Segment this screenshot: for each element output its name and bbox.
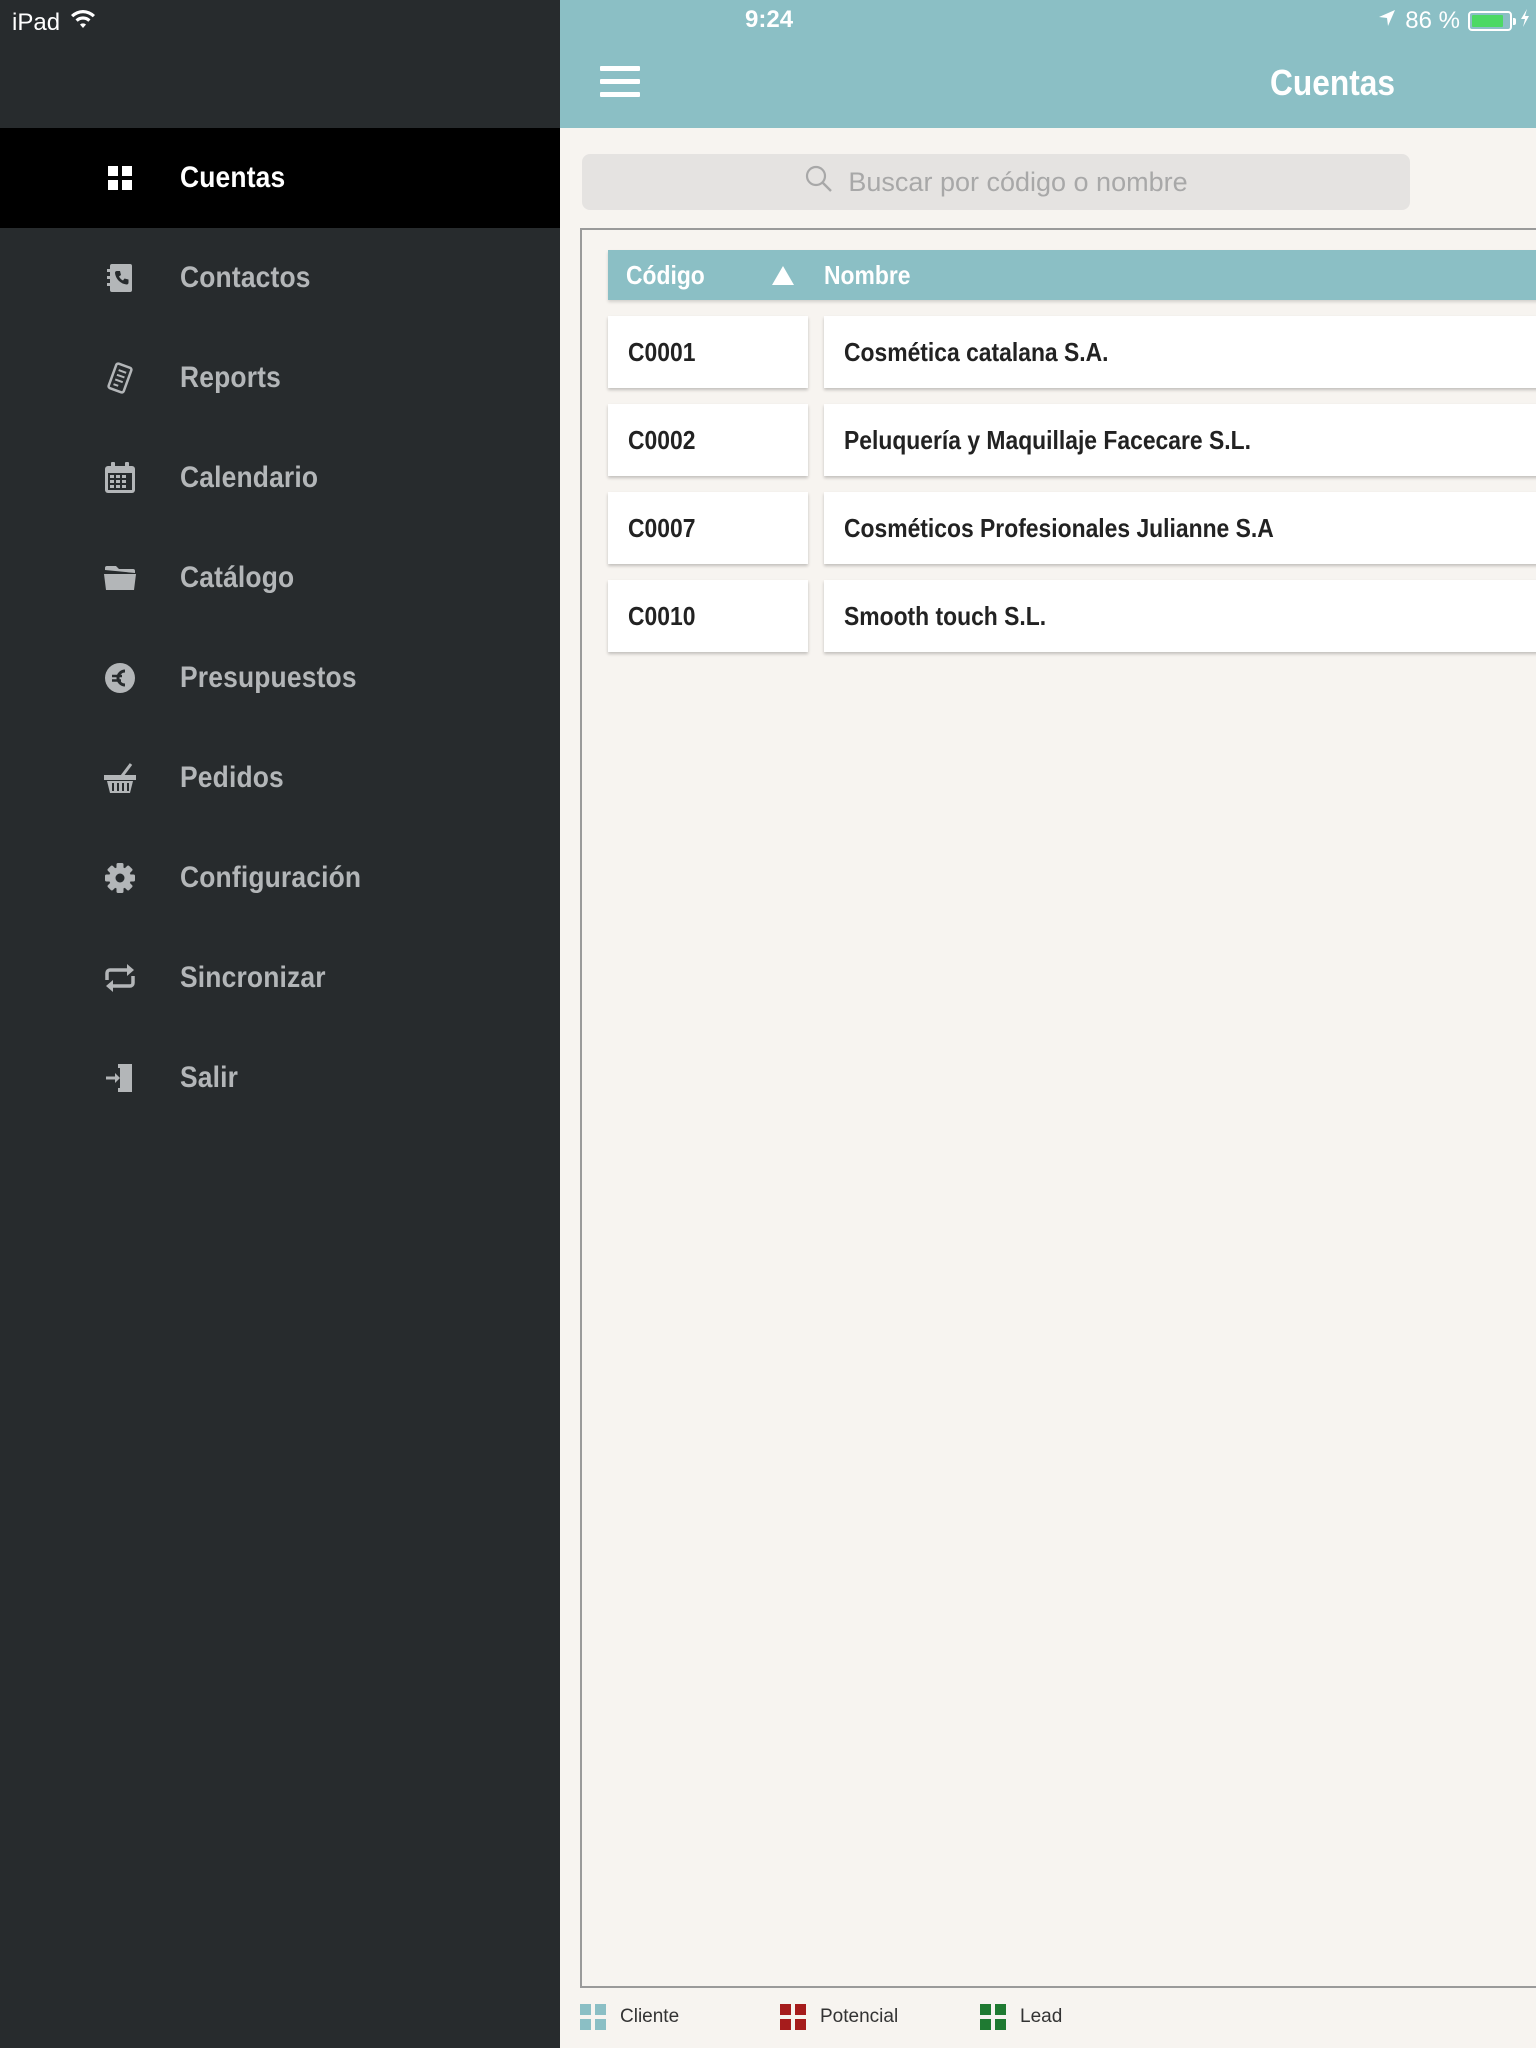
- legend-label: Potencial: [820, 2006, 899, 2027]
- sidebar-item-presupuestos[interactable]: Presupuestos: [0, 628, 560, 728]
- accounts-list-panel: Código Nombre C0001 Cosmética catalana S…: [580, 228, 1536, 1988]
- legend-item-lead: Lead: [980, 2004, 1180, 2030]
- table-rows: C0001 Cosmética catalana S.A. C0002 Pelu…: [608, 316, 1536, 668]
- sidebar-nav: Cuentas Contactos Reports Calendario Cat…: [0, 128, 560, 1128]
- cell-name: Smooth touch S.L.: [824, 580, 1536, 652]
- legend: Cliente Potencial Lead: [580, 2000, 1180, 2034]
- sidebar-item-label: Sincronizar: [180, 961, 326, 994]
- cell-name: Cosmética catalana S.A.: [824, 316, 1536, 388]
- sidebar: iPad Cuentas Contactos Reports Calendari…: [0, 0, 560, 2048]
- cell-code: C0002: [608, 404, 808, 476]
- search-placeholder: Buscar por código o nombre: [848, 166, 1188, 197]
- battery-icon: [1468, 11, 1516, 31]
- cell-code: C0010: [608, 580, 808, 652]
- cell-code-text: C0007: [628, 512, 696, 543]
- sidebar-item-sincronizar[interactable]: Sincronizar: [0, 928, 560, 1028]
- sidebar-item-label: Salir: [180, 1061, 239, 1094]
- legend-label: Lead: [1020, 2006, 1063, 2027]
- sidebar-item-label: Configuración: [180, 861, 362, 894]
- sidebar-item-label: Catálogo: [180, 561, 295, 594]
- folder-icon: [100, 558, 140, 598]
- page-title: Cuentas: [1270, 62, 1395, 103]
- sidebar-item-label: Contactos: [180, 261, 311, 294]
- device-name: iPad: [12, 9, 61, 36]
- sort-ascending-icon: [772, 265, 794, 285]
- sync-icon: [100, 958, 140, 998]
- cell-name-text: Smooth touch S.L.: [844, 600, 1047, 631]
- top-bar: 9:24 86 % Cuentas: [560, 0, 1536, 128]
- battery-percent: 86 %: [1405, 7, 1460, 34]
- search-icon: [804, 164, 834, 201]
- location-arrow-icon: [1377, 7, 1397, 35]
- sidebar-item-calendario[interactable]: Calendario: [0, 428, 560, 528]
- menu-icon[interactable]: [600, 66, 640, 98]
- sidebar-item-label: Calendario: [180, 461, 319, 494]
- cell-name: Peluquería y Maquillaje Facecare S.L.: [824, 404, 1536, 476]
- table-row[interactable]: C0001 Cosmética catalana S.A.: [608, 316, 1536, 388]
- cell-code: C0001: [608, 316, 808, 388]
- cell-code-text: C0001: [628, 336, 696, 367]
- charging-icon: [1520, 7, 1530, 35]
- wifi-icon: [70, 9, 96, 37]
- cell-code-text: C0002: [628, 424, 696, 455]
- legend-grid-icon: [980, 2004, 1006, 2030]
- cell-name: Cosméticos Profesionales Julianne S.A: [824, 492, 1536, 564]
- grid-icon: [100, 158, 140, 198]
- search-input[interactable]: Buscar por código o nombre: [582, 154, 1410, 210]
- table-header: Código Nombre: [608, 250, 1536, 300]
- sidebar-item-cuentas[interactable]: Cuentas: [0, 128, 560, 228]
- cell-code-text: C0010: [628, 600, 696, 631]
- sidebar-item-label: Cuentas: [180, 161, 286, 194]
- report-icon: [100, 358, 140, 398]
- sidebar-item-contactos[interactable]: Contactos: [0, 228, 560, 328]
- legend-grid-icon: [580, 2004, 606, 2030]
- sidebar-item-catalogo[interactable]: Catálogo: [0, 528, 560, 628]
- legend-label: Cliente: [620, 2006, 680, 2027]
- status-bar-right: 86 %: [1377, 6, 1530, 36]
- column-header-name-label: Nombre: [824, 259, 911, 290]
- table-row[interactable]: C0010 Smooth touch S.L.: [608, 580, 1536, 652]
- calendar-icon: [100, 458, 140, 498]
- sidebar-item-reports[interactable]: Reports: [0, 328, 560, 428]
- legend-item-cliente: Cliente: [580, 2004, 780, 2030]
- status-bar-left: iPad: [12, 8, 96, 38]
- table-row[interactable]: C0002 Peluquería y Maquillaje Facecare S…: [608, 404, 1536, 476]
- sidebar-item-salir[interactable]: Salir: [0, 1028, 560, 1128]
- contacts-book-icon: [100, 258, 140, 298]
- table-row[interactable]: C0007 Cosméticos Profesionales Julianne …: [608, 492, 1536, 564]
- main-panel: 9:24 86 % Cuentas Buscar por código o no…: [560, 0, 1536, 2048]
- cell-name-text: Peluquería y Maquillaje Facecare S.L.: [844, 424, 1251, 455]
- column-header-code[interactable]: Código: [608, 260, 824, 291]
- column-header-code-label: Código: [626, 259, 705, 290]
- cell-code: C0007: [608, 492, 808, 564]
- status-time: 9:24: [745, 6, 794, 33]
- exit-icon: [100, 1058, 140, 1098]
- sidebar-item-label: Reports: [180, 361, 281, 394]
- cell-name-text: Cosmética catalana S.A.: [844, 336, 1109, 367]
- sidebar-item-label: Pedidos: [180, 761, 284, 794]
- battery-fill: [1472, 15, 1503, 27]
- column-header-name[interactable]: Nombre: [824, 260, 922, 291]
- euro-icon: [100, 658, 140, 698]
- basket-icon: [100, 758, 140, 798]
- legend-grid-icon: [780, 2004, 806, 2030]
- sidebar-item-configuracion[interactable]: Configuración: [0, 828, 560, 928]
- sidebar-item-label: Presupuestos: [180, 661, 357, 694]
- sidebar-item-pedidos[interactable]: Pedidos: [0, 728, 560, 828]
- legend-item-potencial: Potencial: [780, 2004, 980, 2030]
- app-root: iPad Cuentas Contactos Reports Calendari…: [0, 0, 1536, 2048]
- gear-icon: [100, 858, 140, 898]
- cell-name-text: Cosméticos Profesionales Julianne S.A: [844, 512, 1274, 543]
